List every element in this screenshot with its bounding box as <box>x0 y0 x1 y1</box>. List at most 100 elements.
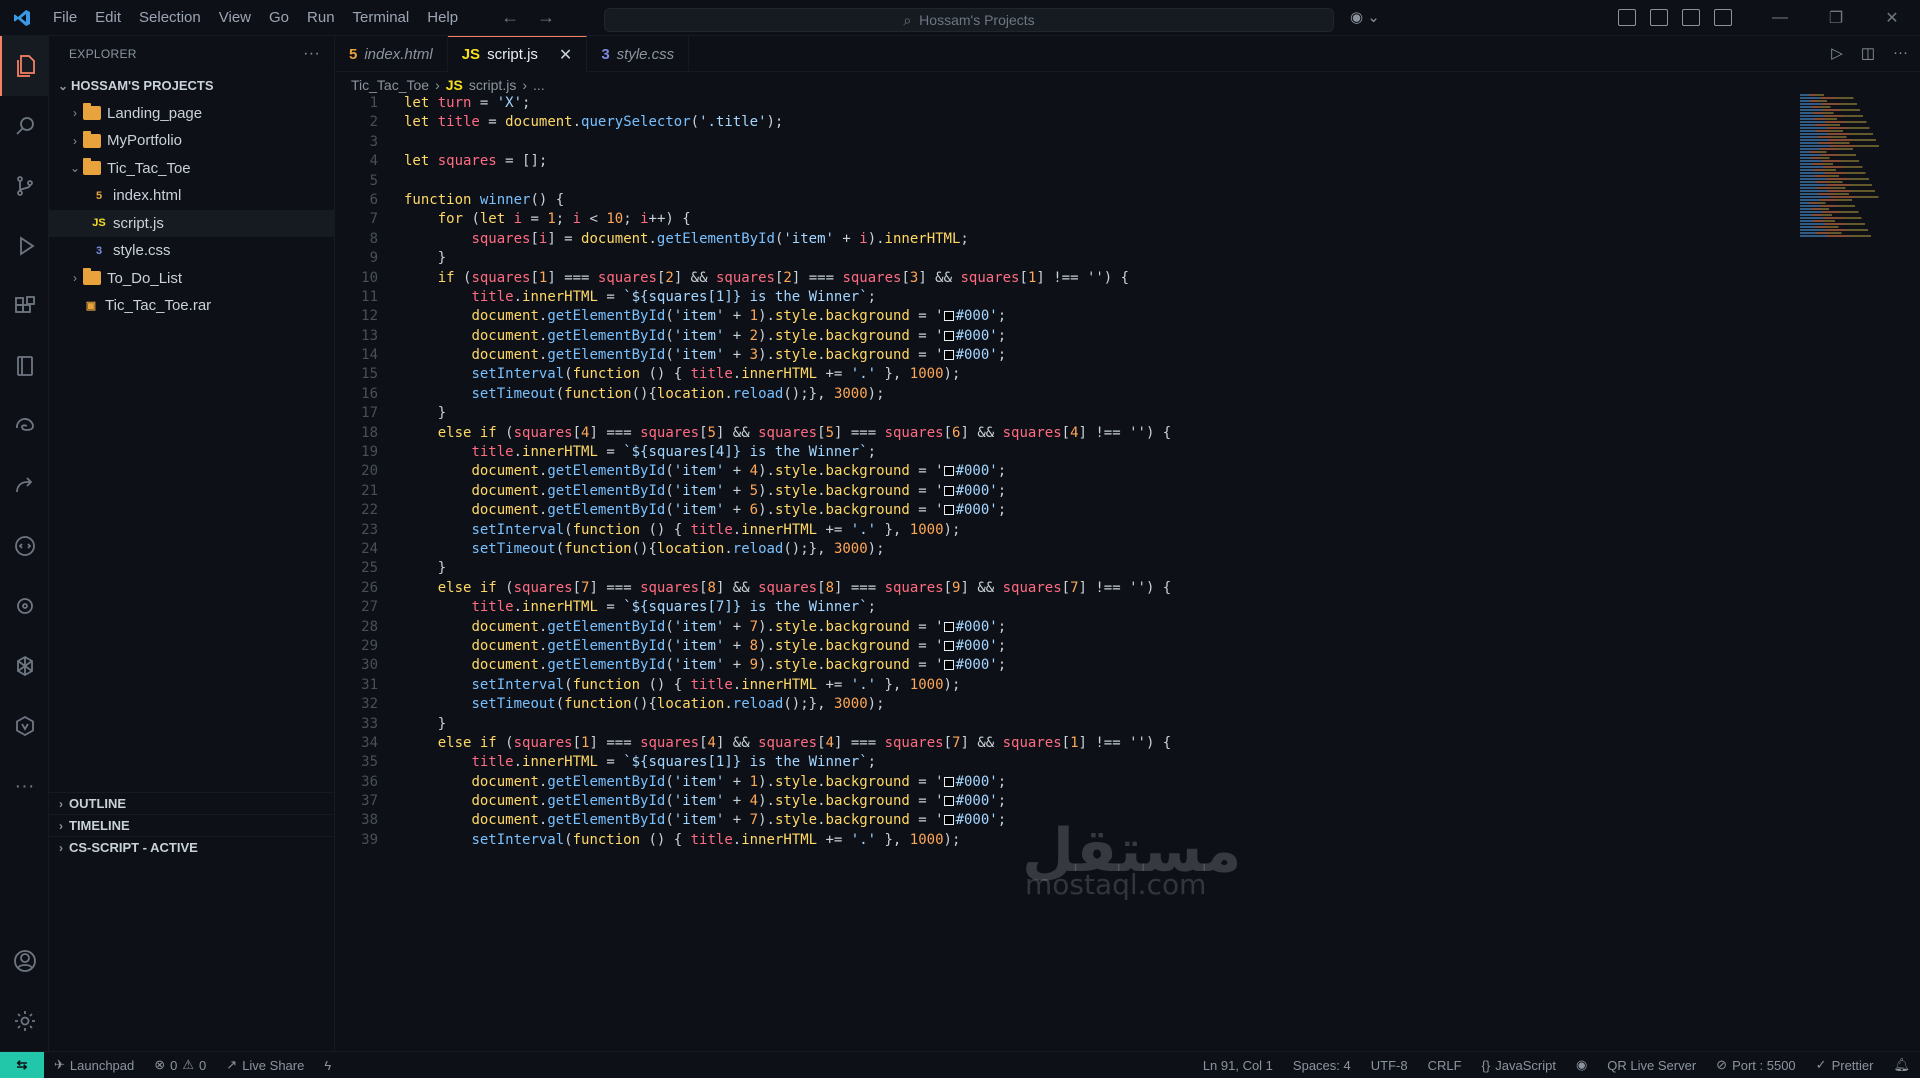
maximize-icon[interactable]: ❐ <box>1808 0 1864 36</box>
more-actions-icon[interactable]: ··· <box>1893 44 1908 62</box>
live-preview-icon[interactable] <box>0 516 49 576</box>
menu-run[interactable]: Run <box>298 0 344 36</box>
code-line: 23 setInterval(function () { title.inner… <box>335 521 1735 540</box>
code-token: ( <box>665 618 674 635</box>
customize-layout-icon[interactable] <box>1618 9 1636 26</box>
source-control-icon[interactable] <box>0 156 49 216</box>
code-token: squares <box>715 269 775 286</box>
accounts-icon[interactable] <box>0 931 49 991</box>
folder-item[interactable]: › To_Do_List <box>49 265 334 293</box>
code-token: document <box>471 463 539 480</box>
file-item[interactable]: 3 style.css <box>49 237 334 265</box>
color-swatch-icon[interactable] <box>943 350 954 361</box>
tab-style-css[interactable]: 3 style.css <box>587 36 690 72</box>
minimap[interactable] <box>1800 94 1900 239</box>
notebook-icon[interactable] <box>0 336 49 396</box>
breadcrumb-folder[interactable]: Tic_Tac_Toe <box>351 77 429 93</box>
remote-explorer-icon[interactable] <box>0 456 49 516</box>
cs-script-section[interactable]: › CS-SCRIPT - ACTIVE <box>49 836 335 858</box>
workspace-root[interactable]: ⌄ HOSSAM'S PROJECTS <box>49 72 334 100</box>
breadcrumb-file[interactable]: script.js <box>469 77 516 93</box>
lightning-icon[interactable]: ϟ <box>314 1058 341 1073</box>
menu-view[interactable]: View <box>210 0 260 36</box>
folder-item[interactable]: › MyPortfolio <box>49 127 334 155</box>
live-share-item[interactable]: ↗ Live Share <box>216 1057 314 1073</box>
color-swatch-icon[interactable] <box>943 621 954 632</box>
color-swatch-icon[interactable] <box>943 660 954 671</box>
toggle-secondary-sidebar-icon[interactable] <box>1714 9 1732 26</box>
color-swatch-icon[interactable] <box>943 466 954 477</box>
chatgpt-icon[interactable] <box>0 636 49 696</box>
launchpad-item[interactable]: ✈ Launchpad <box>44 1057 144 1073</box>
explorer-more-icon[interactable]: ··· <box>303 45 320 63</box>
close-tab-icon[interactable]: ✕ <box>559 45 572 65</box>
language-mode[interactable]: {} JavaScript <box>1472 1058 1566 1073</box>
color-swatch-icon[interactable] <box>943 776 954 787</box>
code-token: getElementById <box>547 347 666 364</box>
menu-go[interactable]: Go <box>260 0 298 36</box>
color-swatch-icon[interactable] <box>943 640 954 651</box>
copilot-icon[interactable]: ◉ ⌄ <box>1350 8 1380 26</box>
toggle-sidebar-icon[interactable] <box>1650 9 1668 26</box>
extensions-icon[interactable] <box>0 276 49 336</box>
code-token: . <box>648 230 657 247</box>
menu-file[interactable]: File <box>44 0 86 36</box>
folder-item[interactable]: ⌄ Tic_Tac_Toe <box>49 155 334 183</box>
settings-sync-icon[interactable] <box>0 576 49 636</box>
tab-script-js[interactable]: JS script.js ✕ <box>447 36 588 72</box>
more-icon[interactable]: ··· <box>0 756 49 816</box>
file-item[interactable]: JS script.js <box>49 209 334 237</box>
minimize-icon[interactable]: — <box>1752 0 1808 36</box>
menu-terminal[interactable]: Terminal <box>344 0 419 36</box>
port-item[interactable]: ⊘ Port : 5500 <box>1706 1057 1806 1073</box>
tab-index-html[interactable]: 5 index.html <box>335 36 448 72</box>
color-swatch-icon[interactable] <box>943 815 954 826</box>
outline-section[interactable]: › OUTLINE <box>49 792 335 814</box>
code-token: 'item' <box>673 793 725 810</box>
back-arrow-icon[interactable]: ← <box>501 7 519 28</box>
code-token: title <box>471 599 514 616</box>
edge-icon[interactable] <box>0 396 49 456</box>
code-token: . <box>513 754 523 771</box>
explorer-icon[interactable] <box>0 36 49 96</box>
remote-indicator-icon[interactable]: ⇆ <box>0 1051 44 1078</box>
menu-edit[interactable]: Edit <box>86 0 130 36</box>
forward-arrow-icon[interactable]: → <box>537 7 555 28</box>
menu-help[interactable]: Help <box>418 0 467 36</box>
code-token: ] !== '') { <box>1078 734 1172 751</box>
menu-selection[interactable]: Selection <box>130 0 210 36</box>
search-icon[interactable] <box>0 96 49 156</box>
color-swatch-icon[interactable] <box>943 505 954 516</box>
breadcrumb-symbol[interactable]: ... <box>533 77 545 93</box>
color-swatch-icon[interactable] <box>943 796 954 807</box>
toggle-panel-icon[interactable] <box>1682 9 1700 26</box>
minimap-line <box>1800 97 1867 99</box>
problems-item[interactable]: ⊗ 0 ⚠ 0 <box>144 1057 216 1073</box>
timeline-section[interactable]: › TIMELINE <box>49 814 335 836</box>
run-icon[interactable]: ▷ <box>1831 44 1843 62</box>
code-token: = []; <box>496 153 548 170</box>
line-endings[interactable]: CRLF <box>1418 1058 1472 1073</box>
command-center[interactable]: ⌕ Hossam's Projects <box>604 8 1334 32</box>
minimap-line <box>1800 139 1895 141</box>
close-icon[interactable]: ✕ <box>1864 0 1920 36</box>
cursor-position[interactable]: Ln 91, Col 1 <box>1193 1058 1283 1073</box>
file-item[interactable]: ▣ Tic_Tac_Toe.rar <box>49 292 334 320</box>
color-swatch-icon[interactable] <box>943 311 954 322</box>
folder-item[interactable]: › Landing_page <box>49 100 334 128</box>
indentation[interactable]: Spaces: 4 <box>1283 1058 1361 1073</box>
vue-icon[interactable] <box>0 696 49 756</box>
code-token: ] && <box>960 424 1003 441</box>
prettier-item[interactable]: ✓ Prettier <box>1806 1057 1884 1073</box>
code-token: ). <box>758 327 775 344</box>
color-swatch-icon[interactable] <box>943 330 954 341</box>
encoding[interactable]: UTF-8 <box>1361 1058 1418 1073</box>
split-editor-icon[interactable]: ◫ <box>1861 44 1875 62</box>
color-swatch-icon[interactable] <box>943 485 954 496</box>
run-debug-icon[interactable] <box>0 216 49 276</box>
file-item[interactable]: 5 index.html <box>49 182 334 210</box>
qr-live-server[interactable]: QR Live Server <box>1597 1058 1706 1073</box>
copilot-status-icon[interactable]: ◉ <box>1566 1057 1597 1073</box>
manage-gear-icon[interactable] <box>0 991 49 1051</box>
notifications-bell-icon[interactable]: 🔔︎ <box>1883 1057 1920 1073</box>
